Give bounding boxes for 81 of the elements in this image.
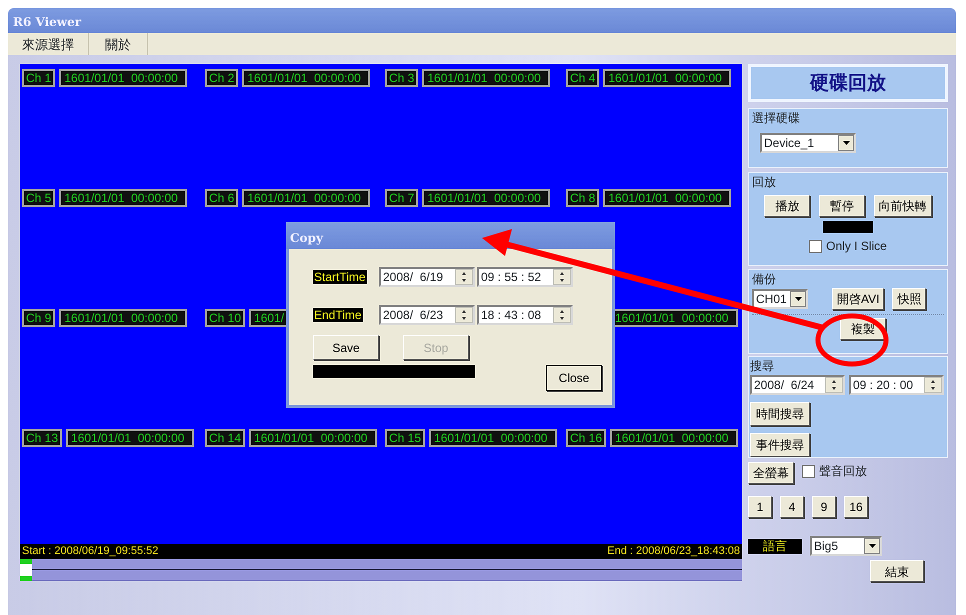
time-field[interactable]: 09 : 20 : 00 — [849, 375, 944, 395]
layout-button[interactable]: 16 — [844, 496, 868, 518]
channel-timestamp: 1601/01/01 00:00:00 — [242, 189, 370, 207]
layout-button[interactable]: 4 — [780, 496, 804, 518]
date-field[interactable]: 2008/ 6/23 — [379, 305, 475, 325]
channel-timestamp: 1601/01/01 00:00:00 — [429, 429, 558, 447]
checkbox-label: 聲音回放 — [819, 463, 867, 480]
end-time-text: End : 2008/06/23_18:43:08 — [607, 545, 740, 558]
timeline-track[interactable] — [20, 559, 742, 581]
date-field[interactable]: 2008/ 6/24 — [750, 375, 845, 395]
spin-arrows-icon — [553, 269, 571, 285]
language-label: 語言 — [748, 538, 802, 554]
spin-arrows-icon — [455, 269, 473, 285]
dropdown-arrow-icon — [842, 141, 850, 145]
channel-timestamp: 1601/01/01 00:00:00 — [422, 189, 550, 207]
menu-item[interactable]: 來源選擇 — [8, 33, 89, 55]
channel-label: Ch 7 — [385, 189, 418, 207]
panel-title: 硬碟回放 — [748, 64, 948, 102]
channel-label: Ch 6 — [205, 189, 238, 207]
time-field[interactable]: 09 : 55 : 52 — [477, 267, 573, 287]
channel-timestamp: 1601/01/01 00:00:00 — [422, 69, 550, 87]
channel-label: Ch 10 — [205, 309, 246, 327]
language-dropdown[interactable]: Big5 — [810, 536, 882, 556]
channel-label: Ch 16 — [566, 429, 606, 447]
channel-timestamp: 1601/01/01 00:00:00 — [242, 69, 370, 87]
exit-button[interactable]: 結束 — [870, 560, 924, 582]
channel-label: Ch 13 — [22, 429, 62, 447]
channel-label: Ch 14 — [205, 429, 246, 447]
channel-label: Ch 5 — [22, 189, 56, 207]
playback-button[interactable]: 暫停 — [818, 195, 865, 217]
save-button[interactable]: Save — [313, 335, 379, 360]
speed-display — [823, 221, 873, 233]
device-dropdown[interactable]: Device_1 — [760, 133, 856, 153]
channel-dropdown[interactable]: CH01 — [752, 289, 808, 309]
channel-label: Ch 9 — [22, 309, 56, 327]
time-label: EndTime — [313, 308, 363, 322]
playback-button[interactable]: 播放 — [764, 195, 810, 217]
channel-timestamp: 1601/01/01 00:00:00 — [603, 189, 732, 207]
search-button[interactable]: 事件搜尋 — [750, 433, 810, 457]
window-title: R6 Viewer — [8, 8, 956, 33]
dropdown-arrow-icon — [868, 544, 876, 548]
checkbox-label: Only I Slice — [826, 238, 887, 255]
channel-timestamp: 1601/01/01 00:00:00 — [603, 69, 732, 87]
group-label: 搜尋 — [750, 360, 774, 373]
dropdown-arrow-icon — [794, 297, 802, 301]
dialog-title: Copy — [286, 222, 615, 249]
group-label: 回放 — [752, 176, 776, 189]
spin-arrows-icon — [455, 307, 473, 323]
timeline-thumb[interactable] — [20, 559, 32, 581]
channel-timestamp: 1601/01/01 00:00:00 — [66, 429, 194, 447]
channel-label: Ch 4 — [566, 69, 600, 87]
backup-button[interactable]: 開啓AVI — [832, 288, 884, 310]
checkbox[interactable] — [809, 240, 822, 252]
channel-label: Ch 8 — [566, 189, 600, 207]
spin-arrows-icon — [924, 377, 942, 393]
fullscreen-button[interactable]: 全螢幕 — [748, 462, 794, 484]
channel-timestamp: 1601/01/01 00:00:00 — [59, 69, 188, 87]
spin-arrows-icon — [553, 307, 571, 323]
channel-label: Ch 3 — [385, 69, 418, 87]
channel-timestamp: 1601/01/01 00:00:00 — [249, 429, 378, 447]
start-time-text: Start : 2008/06/19_09:55:52 — [22, 545, 158, 558]
channel-timestamp: 1601/01/01 00:00:00 — [610, 429, 738, 447]
channel-timestamp: 1601/01/01 00:00:00 — [59, 309, 188, 327]
backup-button[interactable]: 快照 — [892, 288, 926, 310]
layout-button[interactable]: 1 — [748, 496, 772, 518]
checkbox[interactable] — [802, 464, 815, 478]
menu-item[interactable]: 關於 — [89, 33, 148, 55]
time-field[interactable]: 18 : 43 : 08 — [477, 305, 573, 325]
close-button[interactable]: Close — [546, 365, 602, 391]
layout-button[interactable]: 9 — [812, 496, 836, 518]
date-field[interactable]: 2008/ 6/19 — [379, 267, 475, 287]
time-label: StartTime — [313, 270, 367, 284]
playback-button[interactable]: 向前快轉 — [874, 195, 932, 217]
group-label: 選擇硬碟 — [752, 112, 800, 125]
channel-label: Ch 2 — [205, 69, 238, 87]
search-button[interactable]: 時間搜尋 — [750, 402, 810, 426]
channel-label: Ch 1 — [22, 69, 56, 87]
spin-arrows-icon — [825, 377, 843, 393]
channel-timestamp: 1601/01/01 00:00:00 — [59, 189, 188, 207]
group-label: 備份 — [752, 273, 776, 286]
channel-label: Ch 15 — [385, 429, 426, 447]
